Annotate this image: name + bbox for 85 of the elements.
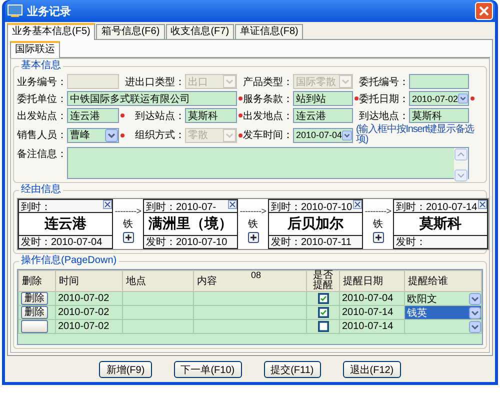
text-field[interactable]: 莫斯科 [185, 108, 237, 123]
tab[interactable]: 业务基本信息(F5) [7, 23, 96, 40]
field-label: 业务编号： [17, 76, 67, 88]
add-button[interactable] [122, 232, 134, 242]
arrival-time: 到时：2010-07-14 [396, 200, 478, 214]
checkbox[interactable] [318, 307, 328, 318]
checkbox[interactable] [318, 321, 328, 332]
column-header: 地点 [126, 276, 146, 287]
field-label: 到达站点： [134, 110, 185, 122]
group-title: 操作信息(PageDown) [21, 255, 117, 266]
table-cell: 2010-07-02 [58, 307, 110, 318]
add-button[interactable] [248, 232, 258, 242]
text-field[interactable]: 连云港 [293, 108, 353, 123]
app-icon [7, 4, 23, 18]
transport-mode: 铁 [373, 218, 383, 230]
column-header: 内容 [197, 276, 217, 287]
close-icon [479, 6, 489, 16]
delete-button[interactable]: 删除 [21, 306, 48, 319]
tab[interactable]: 箱号信息(F6) [96, 24, 165, 39]
table-cell: 2010-07-02 [58, 321, 110, 332]
row-button[interactable] [21, 320, 48, 333]
action-button[interactable]: 下一单(F10) [174, 361, 242, 378]
column-header: 提醒给谁 [408, 276, 448, 287]
transport-mode: 铁 [123, 218, 133, 230]
field-label: 到达地点： [359, 110, 409, 122]
action-button[interactable]: 新增(F9) [99, 361, 152, 378]
table-cell: 2010-07-14 [342, 321, 394, 332]
field-label: 产品类型： [243, 76, 293, 88]
field-label: 进出口类型： [125, 76, 185, 88]
field-label: 服务条款： [243, 92, 293, 106]
route-arrow: --------> [364, 206, 392, 216]
text-field[interactable]: 莫斯科 [409, 108, 469, 123]
dropdown-field[interactable]: 2010-07-04 [293, 128, 353, 142]
departure-time: 发时： [394, 236, 487, 248]
column-header: 提醒日期 [343, 276, 383, 287]
transport-mode: 铁 [248, 218, 258, 230]
table-cell: 2010-07-04 [342, 293, 394, 304]
field-label: 委托日期： [359, 92, 409, 106]
delete-button[interactable]: 删除 [21, 292, 48, 305]
plus-icon [250, 234, 256, 240]
route-arrow: --------> [114, 206, 142, 216]
dropdown-field[interactable]: 2010-07-02 [409, 91, 469, 106]
column-header: 删除 [22, 276, 42, 287]
tab[interactable]: 国际联运 [10, 41, 60, 58]
table-cell: 2010-07-14 [342, 307, 394, 318]
header-note: 08 [251, 270, 262, 280]
route-arrow: --------> [240, 206, 266, 216]
field-label: 出发地点： [243, 110, 293, 122]
action-button[interactable]: 退出(F12) [342, 361, 401, 378]
arrival-time: 到时： [21, 200, 51, 214]
arrival-time: 到时：2010-07- [146, 200, 216, 214]
dropdown-field[interactable]: 欧阳文 [405, 292, 481, 305]
column-header: 是否提醒 [313, 271, 333, 291]
departure-time: 发时：2010-07-10 [144, 236, 237, 248]
window-title: 业务记录 [27, 4, 72, 18]
field-label: 委托单位： [17, 92, 67, 106]
field-label: 备注信息： [17, 148, 67, 161]
plus-icon [124, 234, 132, 240]
plus-icon [374, 234, 382, 240]
field-label: 发车时间： [243, 128, 293, 142]
dropdown-field[interactable]: 钱英 [405, 306, 481, 319]
field-label: 委托编号： [359, 76, 409, 88]
arrival-time: 到时：2010-07-10 [271, 200, 352, 214]
field-label: 销售人员： [17, 129, 67, 142]
close-button[interactable] [475, 2, 493, 20]
field-label: 组织方式： [134, 128, 185, 142]
departure-time: 发时：2010-07-04 [19, 236, 112, 248]
checkbox[interactable] [318, 293, 328, 304]
departure-time: 发时：2010-07-11 [269, 236, 362, 248]
hint-text: (输入框中按Insert键显示备选项) [355, 125, 475, 145]
text-field[interactable]: 连云港 [67, 108, 119, 123]
dropdown-field[interactable]: 曹峰 [67, 128, 119, 142]
text-field[interactable] [409, 74, 469, 89]
group-title: 基本信息 [21, 60, 61, 71]
text-field[interactable]: 站到站 [293, 91, 353, 106]
add-button[interactable] [372, 232, 384, 242]
scrollbar [454, 148, 468, 182]
action-button[interactable]: 提交(F11) [264, 361, 321, 378]
column-header: 时间 [59, 276, 79, 287]
table-cell: 2010-07-02 [58, 293, 110, 304]
group-title: 经由信息 [21, 184, 61, 195]
tab[interactable]: 收支信息(F7) [166, 24, 234, 39]
tab[interactable]: 单证信息(F8) [235, 24, 304, 39]
field-label: 出发站点： [17, 110, 67, 122]
text-field[interactable]: 中铁国际多式联运有限公司 [67, 91, 237, 106]
